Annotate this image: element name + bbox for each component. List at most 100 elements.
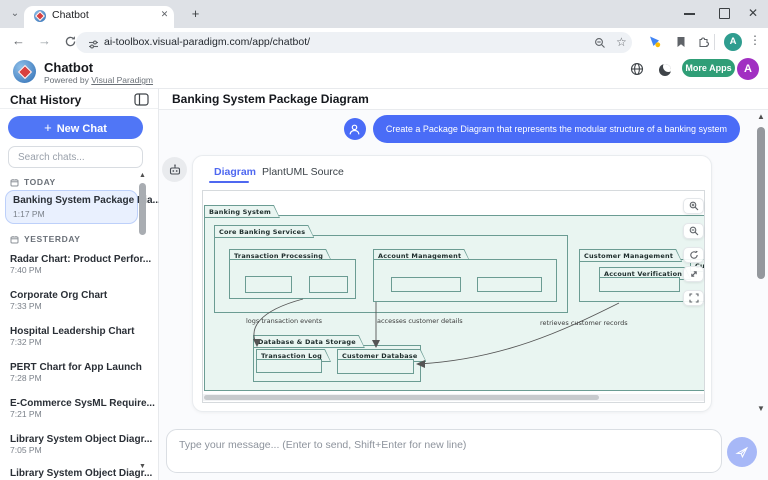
user-avatar[interactable]: A (737, 58, 759, 80)
window-maximize-button[interactable] (719, 8, 730, 19)
chat-item-time: 7:28 PM (10, 373, 142, 383)
zoom-in-icon (689, 201, 699, 211)
edge-label-logs: logs transaction events (246, 317, 322, 325)
site-info-icon[interactable] (88, 37, 99, 55)
chat-history-item[interactable]: Hospital Leadership Chart7:32 PM (10, 326, 134, 347)
new-chat-button[interactable]: + New Chat (8, 116, 143, 139)
chat-history-item[interactable]: Library System Object Diagr... (10, 468, 152, 479)
chat-item-title: Corporate Org Chart (10, 290, 107, 301)
chat-item-title: Radar Chart: Product Perfor... (10, 254, 151, 265)
send-plane-icon (735, 445, 749, 459)
user-message-avatar (344, 118, 366, 140)
chat-history-item[interactable]: Radar Chart: Product Perfor...7:40 PM (10, 254, 151, 275)
user-message-bubble: Create a Package Diagram that represents… (373, 115, 740, 143)
sidebar-scroll-up-icon[interactable]: ▲ (139, 172, 146, 179)
extension-bookmark-icon[interactable] (675, 35, 687, 53)
dark-mode-moon-icon[interactable] (659, 64, 671, 76)
diagram-hscrollbar-thumb[interactable] (204, 395, 599, 400)
reload-icon[interactable] (64, 35, 77, 53)
main-scroll-down-icon[interactable]: ▼ (757, 404, 765, 413)
window-minimize-button[interactable] (684, 13, 695, 15)
edge-label-accesses: accesses customer details (377, 317, 463, 325)
user-message-row: Create a Package Diagram that represents… (344, 114, 740, 144)
tab-close-icon[interactable]: ✕ (158, 8, 171, 21)
section-label: YESTERDAY (24, 234, 81, 244)
person-icon (348, 123, 361, 136)
tab-active-underline (209, 181, 249, 183)
diagram-edges (203, 191, 705, 402)
zoom-out-button[interactable] (683, 223, 704, 239)
chat-item-time: 7:05 PM (10, 445, 152, 455)
expand-diagonal-icon (689, 269, 699, 279)
zoom-out-icon (689, 226, 699, 236)
assistant-avatar (162, 157, 187, 182)
chat-history-item[interactable]: PERT Chart for App Launch7:28 PM (10, 362, 142, 383)
forward-icon[interactable]: → (38, 33, 51, 48)
chat-item-title: Library System Object Diagr... (10, 468, 152, 479)
powered-by-text: Powered by Visual Paradigm (44, 75, 153, 85)
search-chats-input[interactable] (8, 146, 143, 168)
url-text[interactable]: ai-toolbox.visual-paradigm.com/app/chatb… (104, 36, 310, 48)
sidebar-header-divider (0, 108, 158, 109)
extensions-puzzle-icon[interactable] (697, 35, 710, 53)
powered-by-link[interactable]: Visual Paradigm (91, 75, 153, 85)
fullscreen-button[interactable] (683, 290, 704, 306)
calendar-icon (10, 235, 19, 244)
chat-item-title: E-Commerce SysML Require... (10, 398, 155, 409)
zoom-in-button[interactable] (683, 198, 704, 214)
section-today: TODAY (10, 177, 56, 187)
app-logo (13, 60, 36, 83)
more-apps-button[interactable]: More Apps (682, 59, 735, 77)
new-tab-button[interactable]: + (188, 7, 203, 22)
chat-item-title: Hospital Leadership Chart (10, 326, 134, 337)
tab-search-chevron-icon[interactable]: ⌄ (7, 7, 23, 22)
browser-window: ⌄ Chatbot ✕ + ✕ ← → ai-toolbox.visual-pa… (0, 0, 768, 480)
chat-item-time: 1:17 PM (13, 209, 45, 219)
section-label: TODAY (24, 177, 56, 187)
toolbar-divider (714, 34, 715, 50)
page-title: Banking System Package Diagram (172, 92, 369, 106)
send-button[interactable] (727, 437, 757, 467)
new-chat-label: New Chat (57, 123, 107, 135)
back-icon[interactable]: ← (12, 33, 25, 48)
chat-item-title: PERT Chart for App Launch (10, 362, 142, 373)
window-close-button[interactable]: ✕ (748, 6, 758, 20)
chat-history-item[interactable]: E-Commerce SysML Require...7:21 PM (10, 398, 155, 419)
chat-history-item[interactable]: Library System Object Diagr...7:05 PM (10, 434, 152, 455)
edge-label-retrieves: retrieves customer records (540, 319, 628, 327)
browser-profile-avatar[interactable]: A (724, 33, 742, 51)
main-scroll-up-icon[interactable]: ▲ (757, 112, 765, 121)
browser-menu-icon[interactable]: ⋮ (749, 33, 761, 47)
diagram-viewport[interactable]: Banking System Core Banking Services Tra… (202, 190, 705, 403)
fit-to-screen-button[interactable] (683, 266, 704, 282)
tab-favicon-icon (34, 10, 46, 22)
sidebar-scroll-down-icon[interactable]: ▼ (139, 463, 146, 470)
bookmark-star-icon[interactable]: ☆ (616, 35, 627, 49)
chat-item-title: Library System Object Diagr... (10, 434, 152, 445)
chat-history-item[interactable]: Corporate Org Chart7:33 PM (10, 290, 107, 311)
chat-item-time: 7:32 PM (10, 337, 134, 347)
main-scrollbar-thumb[interactable] (757, 127, 765, 279)
main-header-divider (159, 109, 768, 110)
language-globe-icon[interactable] (630, 62, 644, 81)
reset-icon (689, 250, 699, 260)
plus-icon: + (44, 120, 52, 135)
browser-tab[interactable] (24, 6, 174, 28)
extension-lens-icon[interactable] (648, 35, 661, 53)
sidebar-scrollbar-thumb[interactable] (139, 183, 146, 235)
calendar-icon (10, 178, 19, 187)
tab-diagram[interactable]: Diagram (214, 166, 256, 178)
reset-view-button[interactable] (683, 247, 704, 263)
app-title: Chatbot (44, 60, 93, 75)
chat-item-time: 7:33 PM (10, 301, 107, 311)
robot-icon (168, 163, 182, 177)
chat-item-time: 7:21 PM (10, 409, 155, 419)
zoom-level-icon[interactable] (594, 36, 606, 54)
tab-title: Chatbot (52, 9, 89, 21)
powered-by-prefix: Powered by (44, 75, 89, 85)
chat-item-time: 7:40 PM (10, 265, 151, 275)
tab-plantuml-source[interactable]: PlantUML Source (262, 166, 344, 178)
chat-history-title: Chat History (10, 93, 81, 107)
message-input[interactable] (166, 429, 722, 473)
fullscreen-icon (689, 293, 699, 303)
